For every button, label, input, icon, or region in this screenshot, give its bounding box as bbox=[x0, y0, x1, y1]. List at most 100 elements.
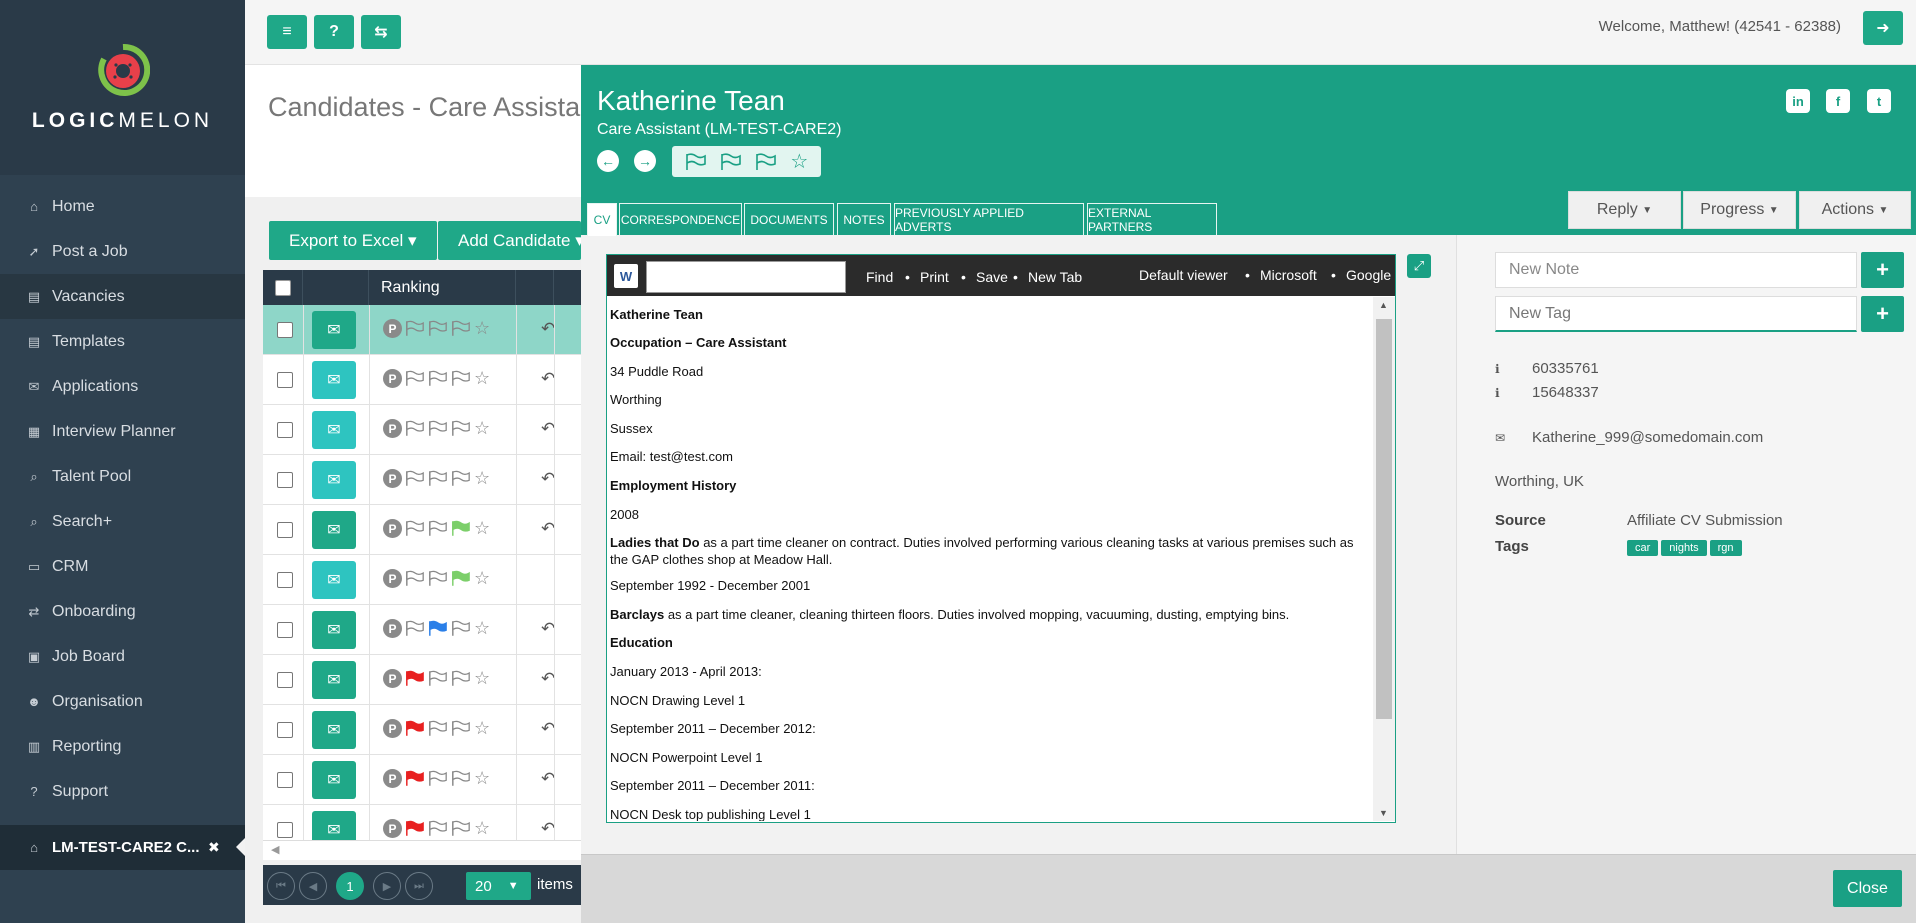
flag-icon[interactable] bbox=[685, 152, 707, 171]
table-row[interactable]: ✉ P ☆ bbox=[263, 555, 581, 605]
tag-badge[interactable]: rgn bbox=[1709, 540, 1742, 556]
flag-icon[interactable] bbox=[451, 620, 471, 637]
table-row[interactable]: ✉ P ☆ ↶ bbox=[263, 505, 581, 555]
envelope-icon[interactable]: ✉ bbox=[312, 411, 356, 449]
row-checkbox[interactable] bbox=[277, 322, 293, 338]
logout-button[interactable]: ➜ bbox=[1863, 11, 1903, 45]
expand-viewer-button[interactable]: ⤢ bbox=[1407, 254, 1431, 278]
export-excel-button[interactable]: Export to Excel ▾ bbox=[269, 221, 437, 260]
flag-icon[interactable] bbox=[451, 320, 471, 337]
first-page-button[interactable]: ⏮ bbox=[267, 872, 295, 900]
flag-icon[interactable] bbox=[451, 370, 471, 387]
flag-icon[interactable] bbox=[451, 470, 471, 487]
p-badge-icon[interactable]: P bbox=[383, 669, 402, 688]
flag-icon[interactable] bbox=[428, 320, 448, 337]
flag-icon[interactable] bbox=[428, 370, 448, 387]
star-icon[interactable]: ☆ bbox=[474, 319, 490, 337]
add-tag-button[interactable]: + bbox=[1861, 296, 1904, 332]
table-row[interactable]: ✉ P ☆ ↶ bbox=[263, 405, 581, 455]
flag-icon[interactable] bbox=[451, 520, 471, 537]
select-all-checkbox[interactable] bbox=[274, 279, 291, 296]
p-badge-icon[interactable]: P bbox=[383, 719, 402, 738]
flag-icon[interactable] bbox=[428, 770, 448, 787]
sidebar-item-reporting[interactable]: ▥ Reporting bbox=[0, 724, 245, 769]
sidebar-item-post-a-job[interactable]: ➚ Post a Job bbox=[0, 229, 245, 274]
star-icon[interactable]: ☆ bbox=[474, 819, 490, 837]
flag-icon[interactable] bbox=[405, 520, 425, 537]
flag-icon[interactable] bbox=[451, 720, 471, 737]
p-badge-icon[interactable]: P bbox=[383, 419, 402, 438]
tab-external-partners[interactable]: EXTERNAL PARTNERS bbox=[1087, 203, 1217, 235]
sidebar-item-organisation[interactable]: ☻ Organisation bbox=[0, 679, 245, 724]
flag-icon[interactable] bbox=[451, 670, 471, 687]
next-page-button[interactable]: ▶ bbox=[373, 872, 401, 900]
star-icon[interactable]: ☆ bbox=[474, 669, 490, 687]
p-badge-icon[interactable]: P bbox=[383, 319, 402, 338]
table-row[interactable]: ✉ P ☆ ↶ bbox=[263, 305, 581, 355]
star-icon[interactable]: ☆ bbox=[474, 519, 490, 537]
envelope-open-icon[interactable]: ✉ bbox=[312, 761, 356, 799]
tab-cv[interactable]: CV bbox=[587, 203, 617, 236]
progress-button[interactable]: Progress ▼ bbox=[1683, 191, 1796, 229]
flag-icon[interactable] bbox=[451, 820, 471, 837]
add-candidate-button[interactable]: Add Candidate ▾ bbox=[438, 221, 581, 260]
header-ranking[interactable]: Ranking bbox=[369, 270, 516, 305]
actions-button[interactable]: Actions ▼ bbox=[1799, 191, 1911, 229]
tab-notes[interactable]: NOTES bbox=[837, 203, 891, 235]
sidebar-item-templates[interactable]: ▤ Templates bbox=[0, 319, 245, 364]
next-candidate-button[interactable]: → bbox=[634, 150, 656, 172]
star-icon[interactable]: ☆ bbox=[474, 569, 490, 587]
row-checkbox[interactable] bbox=[277, 822, 293, 838]
new-note-input[interactable]: New Note bbox=[1495, 252, 1857, 288]
table-row[interactable]: ✉ P ☆ ↶ bbox=[263, 755, 581, 805]
flag-icon[interactable] bbox=[405, 720, 425, 737]
logo[interactable]: LOGICMELON bbox=[0, 0, 245, 175]
close-icon[interactable]: ✖ bbox=[208, 839, 220, 856]
viewer-save-link[interactable]: Save bbox=[976, 269, 1008, 285]
tab-correspondence[interactable]: CORRESPONDENCE bbox=[619, 203, 742, 235]
flag-icon[interactable] bbox=[405, 320, 425, 337]
flag-icon[interactable] bbox=[405, 820, 425, 837]
viewer-search-input[interactable] bbox=[646, 261, 846, 293]
star-icon[interactable]: ☆ bbox=[474, 619, 490, 637]
sidebar-item-talent-pool[interactable]: ⌕ Talent Pool bbox=[0, 454, 245, 499]
flag-icon[interactable] bbox=[451, 770, 471, 787]
tag-badge[interactable]: car bbox=[1627, 540, 1659, 556]
star-icon[interactable]: ☆ bbox=[790, 149, 808, 174]
envelope-open-icon[interactable]: ✉ bbox=[312, 661, 356, 699]
star-icon[interactable]: ☆ bbox=[474, 369, 490, 387]
envelope-open-icon[interactable]: ✉ bbox=[312, 611, 356, 649]
linkedin-icon[interactable]: in bbox=[1786, 89, 1810, 113]
viewer-scrollbar[interactable]: ▲ ▼ bbox=[1373, 297, 1395, 821]
envelope-open-icon[interactable]: ✉ bbox=[312, 511, 356, 549]
flag-icon[interactable] bbox=[405, 670, 425, 687]
p-badge-icon[interactable]: P bbox=[383, 769, 402, 788]
flag-icon[interactable] bbox=[755, 152, 777, 171]
flag-icon[interactable] bbox=[405, 470, 425, 487]
row-checkbox[interactable] bbox=[277, 372, 293, 388]
sidebar-item-search[interactable]: ⌕ Search+ bbox=[0, 499, 245, 544]
envelope-icon[interactable]: ✉ bbox=[312, 361, 356, 399]
tab-previously-applied-adverts[interactable]: PREVIOUSLY APPLIED ADVERTS bbox=[894, 203, 1084, 235]
flag-icon[interactable] bbox=[405, 770, 425, 787]
table-row[interactable]: ✉ P ☆ ↶ bbox=[263, 705, 581, 755]
sidebar-item-interview-planner[interactable]: ▦ Interview Planner bbox=[0, 409, 245, 454]
candidate-email[interactable]: ✉ Katherine_999@somedomain.com bbox=[1495, 429, 1763, 446]
table-row[interactable]: ✉ P ☆ ↶ bbox=[263, 455, 581, 505]
row-checkbox[interactable] bbox=[277, 722, 293, 738]
current-page-button[interactable]: 1 bbox=[336, 872, 364, 900]
star-icon[interactable]: ☆ bbox=[474, 769, 490, 787]
sidebar-item-crm[interactable]: ▭ CRM bbox=[0, 544, 245, 589]
sidebar-current-vacancy[interactable]: ⌂ LM-TEST-CARE2 C... ✖ bbox=[0, 825, 245, 870]
flag-icon[interactable] bbox=[451, 420, 471, 437]
sidebar-item-applications[interactable]: ✉ Applications bbox=[0, 364, 245, 409]
row-checkbox[interactable] bbox=[277, 572, 293, 588]
prev-page-button[interactable]: ◀ bbox=[299, 872, 327, 900]
flag-icon[interactable] bbox=[405, 570, 425, 587]
flag-icon[interactable] bbox=[428, 520, 448, 537]
viewer-find-link[interactable]: Find bbox=[866, 269, 893, 285]
viewer-scroll-thumb[interactable] bbox=[1376, 319, 1392, 719]
page-size-select[interactable]: 20 ▼ bbox=[466, 872, 531, 900]
flag-icon[interactable] bbox=[720, 152, 742, 171]
p-badge-icon[interactable]: P bbox=[383, 469, 402, 488]
